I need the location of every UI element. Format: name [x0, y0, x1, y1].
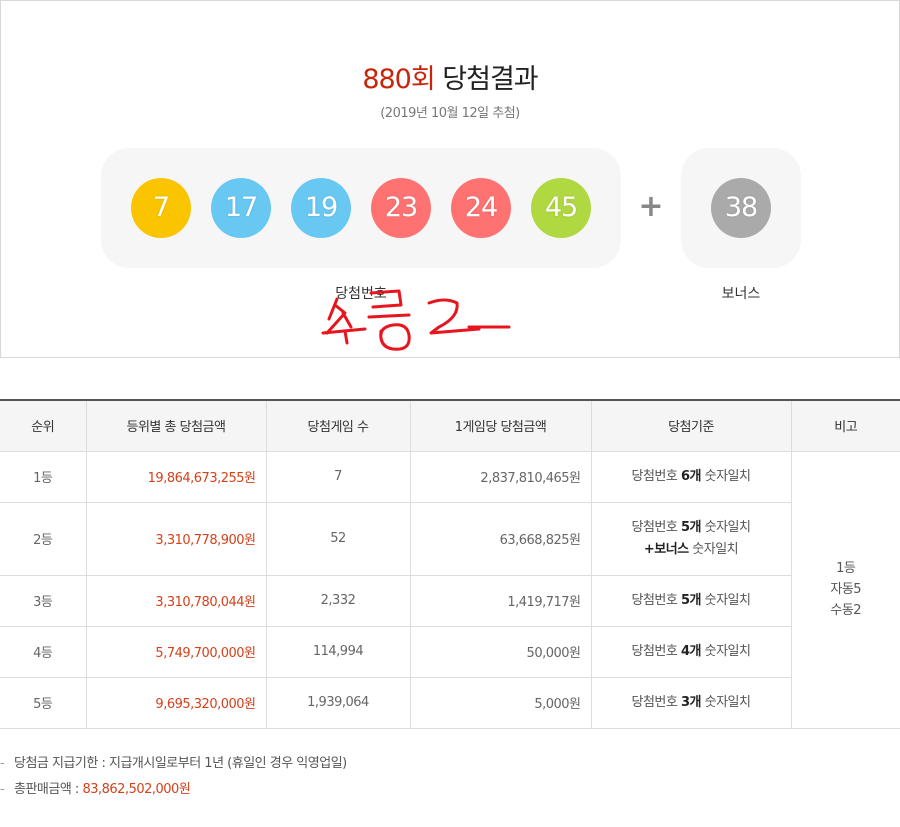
rank-cell: 2등 [0, 501, 87, 576]
bonus-label: 보너스 [721, 286, 761, 302]
header-criteria: 당첨기준 [590, 399, 792, 452]
winner-count-cell: 2,332 [265, 574, 411, 627]
header-rank: 순위 [0, 399, 87, 452]
header-winner-count: 당첨게임 수 [265, 399, 411, 452]
total-prize-cell: 9,695,320,000원 [85, 676, 267, 729]
handwritten-annotation [321, 289, 511, 351]
rank-cell: 3등 [0, 574, 87, 627]
criteria-cell: 당첨번호 3개 숫자일치 [590, 676, 791, 729]
draw-result-panel: 880회 당첨결과 (2019년 10월 12일 추첨) 7 17 19 23 … [0, 0, 900, 358]
bonus-ball: 38 [711, 178, 771, 238]
winning-ball-5: 24 [451, 178, 511, 238]
winning-ball-2: 17 [211, 178, 271, 238]
prize-per-game-cell: 1,419,717원 [409, 574, 592, 627]
plus-icon: + [638, 189, 664, 224]
winner-count-cell: 52 [265, 501, 411, 576]
table-row: 4등 5,749,700,000원 114,994 50,000원 당첨번호 4… [0, 625, 900, 678]
remarks-cell: 1등 자동5 수동2 [790, 450, 900, 729]
total-prize-cell: 19,864,673,255원 [85, 450, 267, 503]
winner-count-cell: 1,939,064 [265, 676, 411, 729]
remark-line: 수동2 [830, 603, 862, 618]
prize-per-game-cell: 2,837,810,465원 [409, 450, 592, 503]
header-prize-per-game: 1게임당 당첨금액 [409, 399, 592, 452]
criteria-cell: 당첨번호 4개 숫자일치 [590, 625, 791, 678]
bonus-number-panel: 38 [681, 148, 801, 268]
winning-ball-3: 19 [291, 178, 351, 238]
winning-ball-1: 7 [131, 178, 191, 238]
page-title: 880회 당첨결과 [1, 57, 899, 96]
criteria-cell: 당첨번호 5개 숫자일치 [590, 574, 791, 627]
winning-ball-6: 45 [531, 178, 591, 238]
total-sales-amount: 83,862,502,000원 [82, 782, 191, 797]
remark-line: 자동5 [830, 582, 862, 597]
winner-count-cell: 114,994 [265, 625, 411, 678]
remark-line: 1등 [836, 561, 856, 576]
total-prize-cell: 5,749,700,000원 [85, 625, 267, 678]
table-row: 3등 3,310,780,044원 2,332 1,419,717원 당첨번호 … [0, 574, 900, 627]
rank-cell: 4등 [0, 625, 87, 678]
header-remarks: 비고 [790, 399, 900, 452]
dash-icon: - [0, 756, 5, 771]
footnote-deadline: - 당첨금 지급기한 : 지급개시일로부터 1년 (휴일인 경우 익영업일) [0, 754, 347, 780]
prize-per-game-cell: 5,000원 [409, 676, 592, 729]
table-row: 5등 9,695,320,000원 1,939,064 5,000원 당첨번호 … [0, 676, 900, 729]
dash-icon: - [0, 782, 5, 797]
draw-date: (2019년 10월 12일 추첨) [380, 106, 520, 121]
table-row: 2등 3,310,778,900원 52 63,668,825원 당첨번호 5개… [0, 501, 900, 576]
criteria-cell: 당첨번호 6개 숫자일치 [590, 450, 792, 503]
rank-cell: 1등 [0, 450, 87, 503]
footnotes: - 당첨금 지급기한 : 지급개시일로부터 1년 (휴일인 경우 익영업일) -총… [0, 754, 347, 806]
title-suffix: 당첨결과 [434, 64, 538, 95]
prize-per-game-cell: 63,668,825원 [409, 501, 592, 576]
total-prize-cell: 3,310,780,044원 [85, 574, 267, 627]
total-prize-cell: 3,310,778,900원 [85, 501, 267, 576]
header-total-prize: 등위별 총 당첨금액 [85, 399, 267, 452]
rank-cell: 5등 [0, 676, 87, 729]
footnote-sales: - 총판매금액 : 83,862,502,000원 [0, 780, 347, 806]
prize-per-game-cell: 50,000원 [409, 625, 592, 678]
prize-table: 순위 등위별 총 당첨금액 당첨게임 수 1게임당 당첨금액 당첨기준 비고 1… [0, 399, 900, 729]
winner-count-cell: 7 [265, 450, 411, 503]
criteria-cell: 당첨번호 5개 숫자일치 +보너스 숫자일치 [590, 501, 791, 576]
table-row: 1등 19,864,673,255원 7 2,837,810,465원 당첨번호… [0, 450, 900, 729]
winning-ball-4: 23 [371, 178, 431, 238]
winning-numbers-panel: 7 17 19 23 24 45 [101, 148, 621, 268]
table-header-row: 순위 등위별 총 당첨금액 당첨게임 수 1게임당 당첨금액 당첨기준 비고 [0, 399, 900, 452]
round-number: 880회 [362, 64, 435, 95]
